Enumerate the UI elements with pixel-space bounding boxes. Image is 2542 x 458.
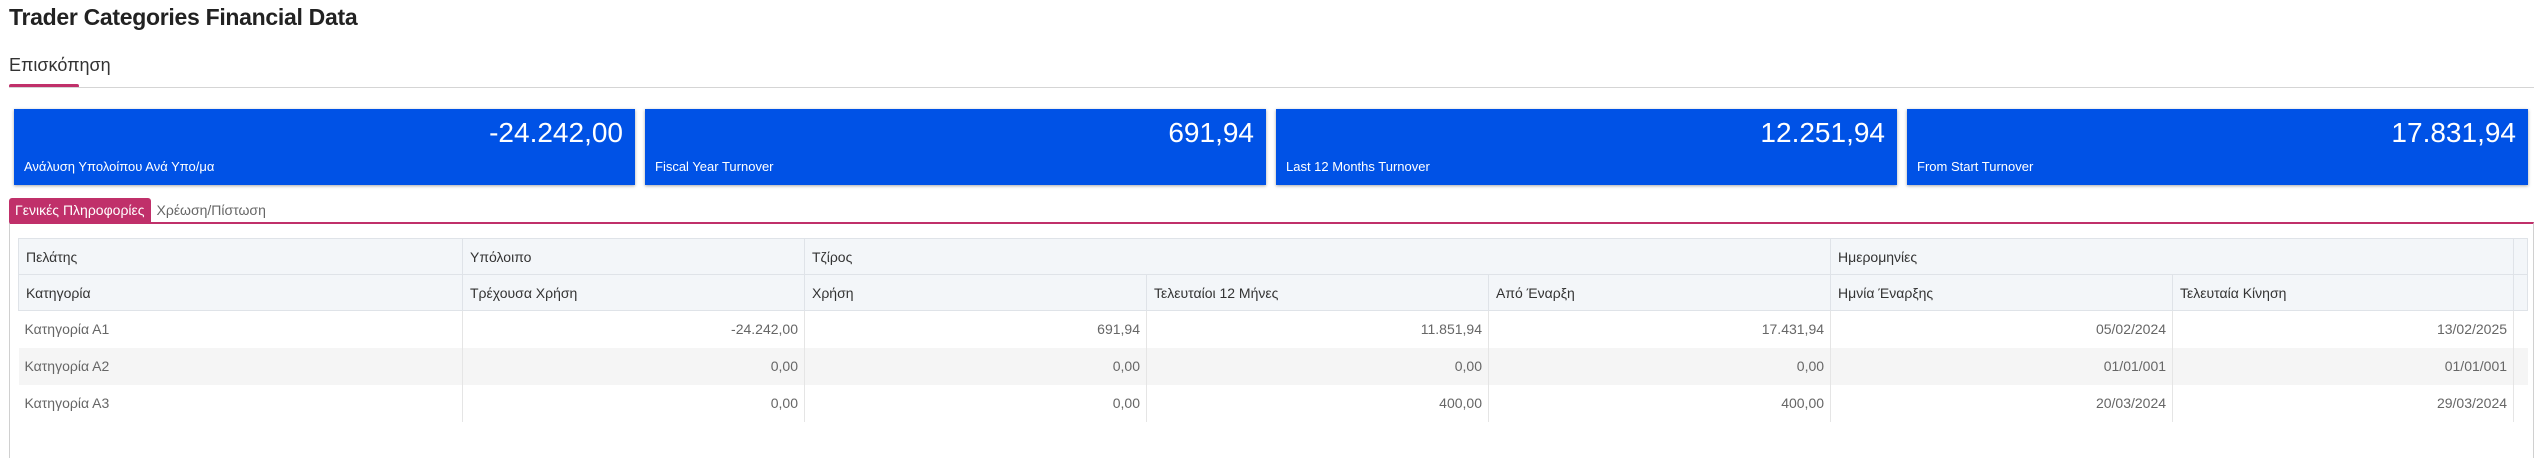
tab-general-info[interactable]: Γενικές Πληροφορίες xyxy=(9,198,151,222)
cell-last-12-months: 0,00 xyxy=(1146,347,1489,385)
scrollbar-gutter xyxy=(2513,238,2529,275)
table-row[interactable]: Κατηγορία Α2 0,00 0,00 0,00 0,00 01/01/0… xyxy=(18,347,2528,385)
tab-debit-credit[interactable]: Χρέωση/Πίστωση xyxy=(151,198,272,222)
financial-data-grid: Πελάτης Υπόλοιπο Τζίρος Ημερομηνίες Κατη… xyxy=(18,238,2529,422)
column-header-start-date[interactable]: Ημνία Έναρξης xyxy=(1830,274,2174,311)
kpi-value: 17.831,94 xyxy=(2391,117,2516,148)
kpi-value: 691,94 xyxy=(1168,117,1254,148)
sub-tabs: Γενικές Πληροφορίες Χρέωση/Πίστωση xyxy=(9,198,272,222)
group-header-balance: Υπόλοιπο xyxy=(462,238,805,275)
cell-last-movement: 13/02/2025 xyxy=(2172,310,2515,348)
cell-fiscal-turnover: 0,00 xyxy=(804,384,1147,422)
column-header-last-movement[interactable]: Τελευταία Κίνηση xyxy=(2172,274,2515,311)
cell-current-balance: -24.242,00 xyxy=(462,310,805,348)
column-header-from-start[interactable]: Από Έναρξη xyxy=(1487,274,1832,311)
scrollbar-gutter xyxy=(2513,384,2528,422)
cell-from-start: 0,00 xyxy=(1488,347,1832,385)
cell-current-balance: 0,00 xyxy=(462,347,805,385)
kpi-card-from-start-turnover[interactable]: 17.831,94 From Start Turnover xyxy=(1907,109,2528,185)
group-header-dates: Ημερομηνίες xyxy=(1830,238,2515,275)
kpi-value: -24.242,00 xyxy=(489,117,623,148)
cell-start-date: 20/03/2024 xyxy=(1830,384,2174,422)
kpi-card-balance-analysis[interactable]: -24.242,00 Ανάλυση Υπολοίπου Ανά Υπο/μα xyxy=(14,109,635,185)
cell-current-balance: 0,00 xyxy=(462,384,805,422)
column-header-fiscal-year[interactable]: Χρήση xyxy=(804,274,1147,311)
kpi-label: Ανάλυση Υπολοίπου Ανά Υπο/μα xyxy=(24,159,215,174)
group-header-row: Πελάτης Υπόλοιπο Τζίρος Ημερομηνίες xyxy=(18,238,2529,275)
cell-last-12-months: 11.851,94 xyxy=(1146,310,1489,348)
cell-last-movement: 01/01/001 xyxy=(2172,347,2515,385)
column-header-last-12-months[interactable]: Τελευταίοι 12 Μήνες xyxy=(1146,274,1489,311)
cell-last-12-months: 400,00 xyxy=(1146,384,1489,422)
kpi-row: -24.242,00 Ανάλυση Υπολοίπου Ανά Υπο/μα … xyxy=(14,109,2528,185)
cell-last-movement: 29/03/2024 xyxy=(2172,384,2515,422)
kpi-label: Fiscal Year Turnover xyxy=(655,159,774,174)
cell-fiscal-turnover: 691,94 xyxy=(804,310,1147,348)
table-row[interactable]: Κατηγορία Α1 -24.242,00 691,94 11.851,94… xyxy=(18,310,2528,348)
kpi-card-last-12-months-turnover[interactable]: 12.251,94 Last 12 Months Turnover xyxy=(1276,109,1897,185)
scrollbar-gutter xyxy=(2513,310,2528,348)
cell-category: Κατηγορία Α2 xyxy=(18,347,463,385)
cell-from-start: 17.431,94 xyxy=(1488,310,1832,348)
scrollbar-gutter xyxy=(2513,274,2529,311)
cell-category: Κατηγορία Α3 xyxy=(18,384,463,422)
column-header-row: Κατηγορία Τρέχουσα Χρήση Χρήση Τελευταίο… xyxy=(18,274,2529,311)
cell-start-date: 01/01/001 xyxy=(1830,347,2174,385)
cell-category: Κατηγορία Α1 xyxy=(18,310,463,348)
cell-from-start: 400,00 xyxy=(1488,384,1832,422)
overview-divider xyxy=(9,87,2534,88)
page-title: Trader Categories Financial Data xyxy=(9,4,358,30)
cell-start-date: 05/02/2024 xyxy=(1830,310,2174,348)
tab-overview[interactable]: Επισκόπηση xyxy=(9,55,111,76)
cell-fiscal-turnover: 0,00 xyxy=(804,347,1147,385)
group-header-turnover: Τζίρος xyxy=(803,238,1832,275)
kpi-card-fiscal-year-turnover[interactable]: 691,94 Fiscal Year Turnover xyxy=(645,109,1266,185)
table-row[interactable]: Κατηγορία Α3 0,00 0,00 400,00 400,00 20/… xyxy=(18,384,2528,422)
column-header-category[interactable]: Κατηγορία xyxy=(18,274,463,311)
scrollbar-gutter xyxy=(2513,347,2528,385)
column-header-current-year[interactable]: Τρέχουσα Χρήση xyxy=(462,274,805,311)
kpi-label: From Start Turnover xyxy=(1917,159,2034,174)
kpi-value: 12.251,94 xyxy=(1760,117,1885,148)
kpi-label: Last 12 Months Turnover xyxy=(1286,159,1430,174)
group-header-customer: Πελάτης xyxy=(18,238,463,275)
